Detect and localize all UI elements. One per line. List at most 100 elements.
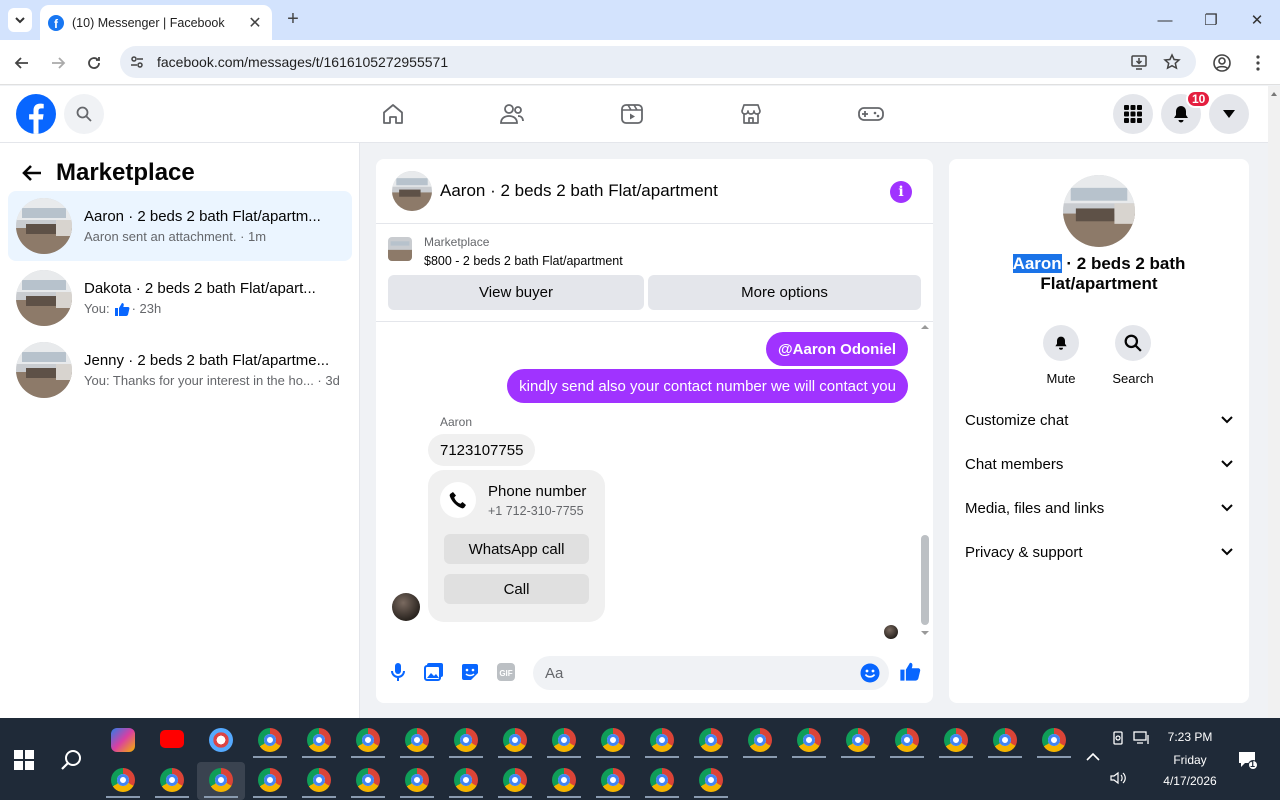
- chrome-profile-icon[interactable]: [356, 728, 380, 752]
- chrome-profile-icon[interactable]: [454, 768, 478, 792]
- chrome-profile-icon[interactable]: [1042, 728, 1066, 752]
- chat-title[interactable]: Aaron · 2 beds 2 bath Flat/apartment: [440, 181, 718, 201]
- chrome-profile-icon[interactable]: [307, 768, 331, 792]
- conversation-item-dakota[interactable]: Dakota · 2 beds 2 bath Flat/apart... You…: [8, 263, 352, 333]
- privacy-support-section[interactable]: Privacy & support: [965, 540, 1233, 564]
- more-options-button[interactable]: More options: [648, 275, 921, 310]
- app-icon[interactable]: [209, 728, 233, 752]
- device-icon[interactable]: [1111, 731, 1125, 745]
- media-files-links-section[interactable]: Media, files and links: [965, 496, 1233, 520]
- address-bar[interactable]: facebook.com/messages/t/1616105272955571: [120, 46, 1196, 78]
- chrome-profile-icon[interactable]: [111, 768, 135, 792]
- bookmark-star-icon[interactable]: [1163, 53, 1181, 71]
- call-button[interactable]: Call: [444, 574, 589, 604]
- chrome-profile-icon[interactable]: [503, 728, 527, 752]
- notification-center-icon[interactable]: 1: [1238, 750, 1258, 770]
- chrome-profile-icon[interactable]: [748, 728, 772, 752]
- chrome-profile-icon[interactable]: [258, 728, 282, 752]
- incoming-message[interactable]: 7123107755: [428, 434, 536, 466]
- emoji-icon[interactable]: [859, 662, 881, 684]
- home-icon[interactable]: [379, 100, 407, 128]
- account-button[interactable]: [1209, 94, 1249, 134]
- like-icon[interactable]: [899, 660, 921, 682]
- chat-members-section[interactable]: Chat members: [965, 452, 1233, 476]
- chrome-profile-icon[interactable]: [405, 728, 429, 752]
- browser-menu-button[interactable]: [1246, 51, 1270, 75]
- site-info-icon[interactable]: [128, 53, 146, 71]
- fb-search-button[interactable]: [64, 94, 104, 134]
- chrome-profile-icon[interactable]: [993, 728, 1017, 752]
- chrome-profile-icon[interactable]: [160, 768, 184, 792]
- profile-button[interactable]: [1210, 51, 1234, 75]
- chrome-profile-icon[interactable]: [258, 768, 282, 792]
- chrome-profile-icon[interactable]: [944, 728, 968, 752]
- chrome-profile-icon[interactable]: [601, 728, 625, 752]
- tab-search-button[interactable]: [8, 8, 32, 32]
- chrome-profile-icon[interactable]: [503, 768, 527, 792]
- clock-day[interactable]: Friday: [1150, 753, 1230, 767]
- back-arrow-icon[interactable]: [22, 164, 42, 182]
- clock-time[interactable]: 7:23 PM: [1150, 730, 1230, 744]
- install-app-icon[interactable]: [1130, 53, 1148, 71]
- youtube-icon[interactable]: [160, 730, 184, 748]
- conversation-item-jenny[interactable]: Jenny · 2 beds 2 bath Flat/apartme... Yo…: [8, 335, 352, 405]
- chrome-profile-icon[interactable]: [650, 728, 674, 752]
- copilot-icon[interactable]: [111, 728, 135, 752]
- microphone-icon[interactable]: [387, 661, 409, 683]
- whatsapp-call-button[interactable]: WhatsApp call: [444, 534, 589, 564]
- photo-icon[interactable]: [423, 661, 445, 683]
- gif-icon[interactable]: GIF: [495, 661, 517, 683]
- outgoing-message[interactable]: kindly send also your contact number we …: [507, 369, 908, 403]
- listing-title[interactable]: $800 - 2 beds 2 bath Flat/apartment: [424, 254, 623, 268]
- menu-button[interactable]: [1113, 94, 1153, 134]
- chrome-profile-icon[interactable]: [699, 728, 723, 752]
- chrome-profile-icon[interactable]: [552, 728, 576, 752]
- message-scrollbar[interactable]: [919, 321, 931, 643]
- video-icon[interactable]: [618, 100, 646, 128]
- minimize-button[interactable]: —: [1142, 0, 1188, 40]
- chrome-profile-icon[interactable]: [846, 728, 870, 752]
- reload-button[interactable]: [82, 51, 106, 75]
- chrome-profile-icon[interactable]: [650, 768, 674, 792]
- chrome-profile-icon[interactable]: [405, 768, 429, 792]
- mute-button[interactable]: Mute: [1031, 325, 1091, 386]
- sender-avatar[interactable]: [392, 593, 420, 621]
- close-window-button[interactable]: ✕: [1234, 0, 1280, 40]
- clock-date[interactable]: 4/17/2026: [1150, 774, 1230, 788]
- chat-avatar[interactable]: [392, 171, 432, 211]
- marketplace-icon[interactable]: [737, 100, 765, 128]
- close-tab-icon[interactable]: ✕: [246, 13, 264, 33]
- chrome-profile-icon[interactable]: [699, 768, 723, 792]
- restore-button[interactable]: ❐: [1188, 0, 1234, 40]
- message-input[interactable]: Aa: [533, 656, 889, 690]
- chrome-profile-icon[interactable]: [454, 728, 478, 752]
- page-scrollbar[interactable]: [1268, 86, 1280, 718]
- chrome-profile-icon[interactable]: [307, 728, 331, 752]
- chrome-profile-icon[interactable]: [209, 768, 233, 792]
- customize-chat-section[interactable]: Customize chat: [965, 408, 1233, 432]
- chrome-profile-icon[interactable]: [797, 728, 821, 752]
- search-in-chat-button[interactable]: Search: [1103, 325, 1163, 386]
- sticker-icon[interactable]: [459, 661, 481, 683]
- volume-icon[interactable]: [1110, 771, 1126, 785]
- info-icon[interactable]: i: [890, 181, 912, 203]
- facebook-logo-icon[interactable]: [16, 94, 56, 134]
- listing-avatar[interactable]: [1063, 175, 1135, 247]
- outgoing-message[interactable]: @Aaron Odoniel: [766, 332, 908, 366]
- friends-icon[interactable]: [498, 100, 526, 128]
- new-tab-button[interactable]: +: [282, 8, 304, 30]
- chrome-profile-icon[interactable]: [895, 728, 919, 752]
- taskbar-search-icon[interactable]: [60, 748, 84, 772]
- listing-small-thumbnail[interactable]: [388, 237, 412, 261]
- network-icon[interactable]: [1133, 731, 1151, 745]
- tray-overflow-icon[interactable]: [1086, 752, 1100, 762]
- forward-button[interactable]: [46, 51, 70, 75]
- chrome-profile-icon[interactable]: [552, 768, 576, 792]
- browser-tab[interactable]: f (10) Messenger | Facebook ✕: [40, 5, 272, 40]
- conversation-item-aaron[interactable]: Aaron · 2 beds 2 bath Flat/apartm... Aar…: [8, 191, 352, 261]
- gaming-icon[interactable]: [857, 100, 885, 128]
- view-buyer-button[interactable]: View buyer: [388, 275, 644, 310]
- chrome-profile-icon[interactable]: [601, 768, 625, 792]
- windows-start-icon[interactable]: [14, 750, 34, 770]
- chrome-profile-icon[interactable]: [356, 768, 380, 792]
